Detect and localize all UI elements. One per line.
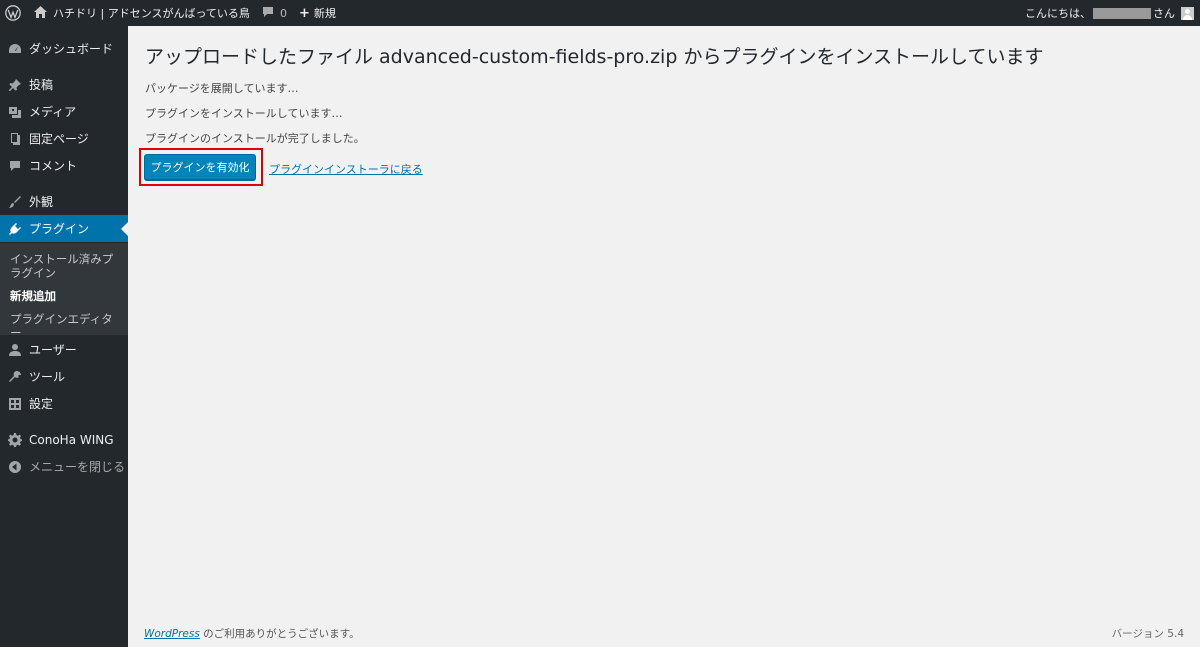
status-message-complete: プラグインのインストールが完了しました。: [145, 132, 365, 145]
current-menu-arrow: [121, 222, 128, 236]
comment-icon: [262, 6, 274, 21]
media-icon: [8, 105, 22, 119]
footer-thanks-text: のご利用ありがとうございます。: [199, 628, 360, 640]
sidebar-item-conoha-wing[interactable]: ConoHa WING: [0, 426, 128, 453]
site-name-link[interactable]: ハチドリ | アドセンスがんばっている鳥: [26, 0, 256, 26]
new-content-link[interactable]: + 新規: [293, 0, 342, 26]
dashboard-icon: [8, 42, 22, 56]
page-title: アップロードしたファイル advanced-custom-fields-pro.…: [145, 46, 1044, 68]
sidebar-item-label: 外観: [29, 195, 54, 209]
sidebar-item-label: メニューを閉じる: [29, 460, 126, 474]
gear-icon: [8, 432, 22, 447]
sidebar-item-label: メディア: [29, 105, 77, 119]
sidebar-item-users[interactable]: ユーザー: [0, 336, 128, 363]
comments-count: 0: [279, 6, 287, 20]
sidebar-item-media[interactable]: メディア: [0, 98, 128, 125]
page-icon: [8, 132, 22, 146]
admin-sidebar: ダッシュボード 投稿 メディア 固定ページ コメント 外観 プラグイン インスト…: [0, 26, 128, 647]
sidebar-item-dashboard[interactable]: ダッシュボード: [0, 35, 128, 62]
sidebar-item-label: 投稿: [29, 78, 54, 92]
greeting-suffix: さん: [1153, 7, 1175, 20]
return-to-installer-link[interactable]: プラグインインストーラに戻る: [269, 161, 423, 177]
sidebar-item-posts[interactable]: 投稿: [0, 71, 128, 98]
avatar[interactable]: [1181, 6, 1194, 20]
site-name: ハチドリ | アドセンスがんばっている鳥: [53, 7, 250, 20]
home-icon: [34, 5, 47, 21]
comment-icon: [8, 159, 22, 173]
user-icon: [8, 343, 22, 357]
admin-bar: ハチドリ | アドセンスがんばっている鳥 0 + 新規 こんにちは、 さん: [0, 0, 1200, 26]
submenu-item-add-new[interactable]: 新規追加: [10, 289, 122, 303]
plugin-icon: [8, 222, 22, 236]
sidebar-item-label: ConoHa WING: [29, 432, 114, 447]
sidebar-item-label: ユーザー: [29, 343, 77, 357]
sidebar-item-pages[interactable]: 固定ページ: [0, 125, 128, 152]
plus-icon: +: [298, 5, 310, 21]
sidebar-item-label: 固定ページ: [29, 132, 89, 146]
sidebar-item-tools[interactable]: ツール: [0, 363, 128, 390]
new-label: 新規: [313, 7, 336, 20]
collapse-menu-button[interactable]: メニューを閉じる: [0, 453, 128, 480]
collapse-icon: [8, 460, 22, 474]
footer-thanks: WordPress のご利用ありがとうございます。: [144, 626, 360, 641]
status-message-unpacking: パッケージを展開しています…: [145, 82, 299, 95]
settings-icon: [8, 397, 22, 411]
sidebar-item-label: コメント: [29, 159, 78, 173]
comments-link[interactable]: 0: [256, 0, 293, 26]
redacted-username: [1093, 7, 1151, 19]
greeting-prefix: こんにちは、: [1025, 7, 1091, 20]
footer-version: バージョン 5.4: [1111, 628, 1184, 640]
my-account[interactable]: こんにちは、 さん: [1025, 0, 1200, 26]
sidebar-item-appearance[interactable]: 外観: [0, 188, 128, 215]
activate-plugin-button[interactable]: プラグインを有効化: [144, 154, 256, 180]
sidebar-item-label: プラグイン: [29, 222, 90, 236]
submenu-item-installed-plugins[interactable]: インストール済みプラグイン: [10, 252, 122, 280]
sidebar-item-label: 設定: [29, 397, 54, 411]
sidebar-item-settings[interactable]: 設定: [0, 390, 128, 417]
status-message-installing: プラグインをインストールしています…: [145, 107, 343, 120]
sidebar-item-label: ダッシュボード: [29, 42, 114, 56]
wordpress-logo-icon[interactable]: [0, 0, 26, 26]
plugins-submenu: インストール済みプラグイン 新規追加 プラグインエディター: [0, 243, 128, 340]
sidebar-item-plugins[interactable]: プラグイン: [0, 215, 128, 242]
pin-icon: [8, 78, 22, 92]
wrench-icon: [8, 370, 22, 384]
sidebar-item-comments[interactable]: コメント: [0, 152, 128, 179]
sidebar-item-label: ツール: [29, 370, 66, 384]
highlight-frame: プラグインを有効化: [139, 148, 263, 186]
wordpress-link[interactable]: WordPress: [144, 628, 200, 640]
brush-icon: [8, 195, 22, 209]
